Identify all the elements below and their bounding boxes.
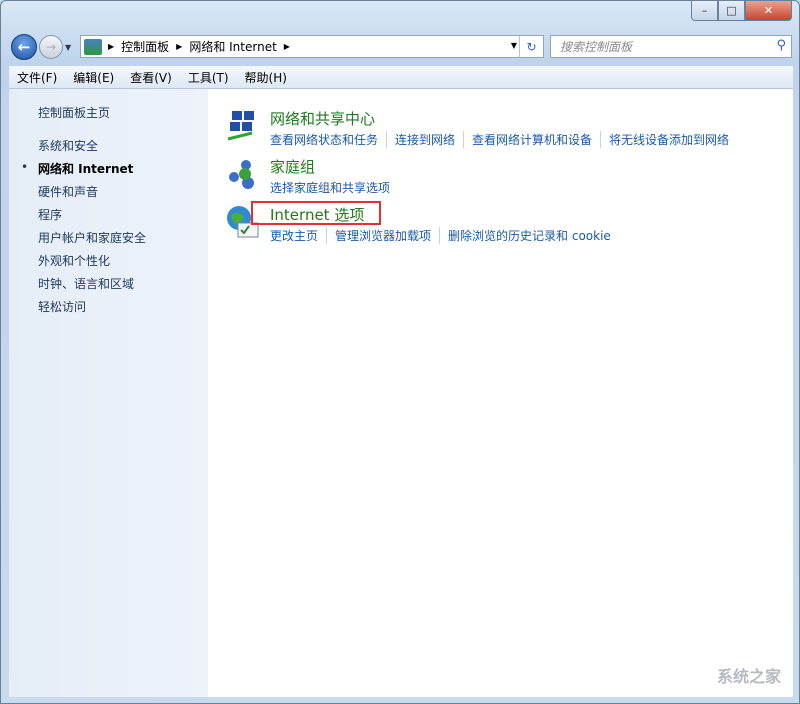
control-panel-window: – □ ✕ ← → ▼ ▶ 控制面板 ▶ 网络和 Internet ▶ ▼ ↻ … (0, 0, 800, 704)
minimize-button[interactable]: – (691, 1, 718, 21)
sidebar-item-hardware[interactable]: 硬件和声音 (38, 183, 98, 200)
link-view-network-status[interactable]: 查看网络状态和任务 (270, 131, 387, 148)
address-dropdown[interactable]: ▼ (511, 41, 517, 50)
category-homegroup: 家庭组 选择家庭组和共享选项 (270, 156, 406, 196)
sidebar-item-network[interactable]: 网络和 Internet (38, 160, 133, 177)
network-sharing-title[interactable]: 网络和共享中心 (270, 108, 745, 129)
menu-view[interactable]: 查看(V) (122, 69, 180, 86)
breadcrumb-arrow[interactable]: ▶ (284, 42, 290, 51)
link-connect-network[interactable]: 连接到网络 (395, 131, 464, 148)
menu-file[interactable]: 文件(F) (9, 69, 65, 86)
homegroup-title[interactable]: 家庭组 (270, 156, 406, 177)
breadcrumb: ▶ 控制面板 ▶ 网络和 Internet ▶ (108, 38, 290, 55)
breadcrumb-network-internet[interactable]: 网络和 Internet (189, 38, 276, 55)
sidebar-item-programs[interactable]: 程序 (38, 206, 62, 223)
link-manage-addons[interactable]: 管理浏览器加载项 (335, 227, 440, 244)
search-input[interactable]: 搜索控制面板 ⚲ (550, 35, 792, 58)
sidebar-item-appearance[interactable]: 外观和个性化 (38, 252, 110, 269)
sidebar-item-clock[interactable]: 时钟、语言和区域 (38, 275, 134, 292)
active-bullet: • (21, 160, 28, 174)
link-delete-history[interactable]: 删除浏览的历史记录和 cookie (448, 227, 619, 244)
maximize-button[interactable]: □ (718, 1, 745, 21)
sidebar-home[interactable]: 控制面板主页 (38, 104, 110, 121)
sidebar-item-ease[interactable]: 轻松访问 (38, 298, 86, 315)
menu-tools[interactable]: 工具(T) (180, 69, 237, 86)
close-button[interactable]: ✕ (745, 1, 792, 21)
forward-button[interactable]: → (39, 35, 63, 59)
sidebar-item-accounts[interactable]: 用户帐户和家庭安全 (38, 229, 146, 246)
menu-help[interactable]: 帮助(H) (237, 69, 295, 86)
address-bar[interactable]: ▶ 控制面板 ▶ 网络和 Internet ▶ ▼ ↻ (80, 35, 544, 58)
network-sharing-icon (226, 109, 260, 143)
menu-bar: 文件(F) 编辑(E) 查看(V) 工具(T) 帮助(H) (9, 66, 793, 89)
back-button[interactable]: ← (11, 34, 37, 60)
sidebar-item-security[interactable]: 系统和安全 (38, 137, 98, 154)
sidebar: 控制面板主页 系统和安全 • 网络和 Internet 硬件和声音 程序 用户帐… (9, 89, 208, 697)
search-icon[interactable]: ⚲ (776, 38, 786, 53)
category-network-sharing: 网络和共享中心 查看网络状态和任务 连接到网络 查看网络计算机和设备 将无线设备… (270, 108, 745, 148)
link-add-wireless-device[interactable]: 将无线设备添加到网络 (609, 131, 737, 148)
menu-edit[interactable]: 编辑(E) (65, 69, 122, 86)
breadcrumb-arrow[interactable]: ▶ (108, 42, 114, 51)
search-placeholder: 搜索控制面板 (560, 38, 632, 55)
control-panel-icon (84, 39, 102, 55)
watermark-logo: 系统之家 (717, 663, 781, 687)
link-change-homepage[interactable]: 更改主页 (270, 227, 327, 244)
homegroup-icon (226, 157, 260, 191)
recent-pages-dropdown[interactable]: ▼ (65, 43, 71, 52)
link-view-network-computers[interactable]: 查看网络计算机和设备 (472, 131, 601, 148)
highlight-box (251, 201, 381, 225)
refresh-button[interactable]: ↻ (519, 36, 543, 57)
breadcrumb-control-panel[interactable]: 控制面板 (121, 38, 169, 55)
content-pane: 网络和共享中心 查看网络状态和任务 连接到网络 查看网络计算机和设备 将无线设备… (208, 89, 793, 697)
link-homegroup-options[interactable]: 选择家庭组和共享选项 (270, 179, 398, 196)
breadcrumb-arrow[interactable]: ▶ (176, 42, 182, 51)
